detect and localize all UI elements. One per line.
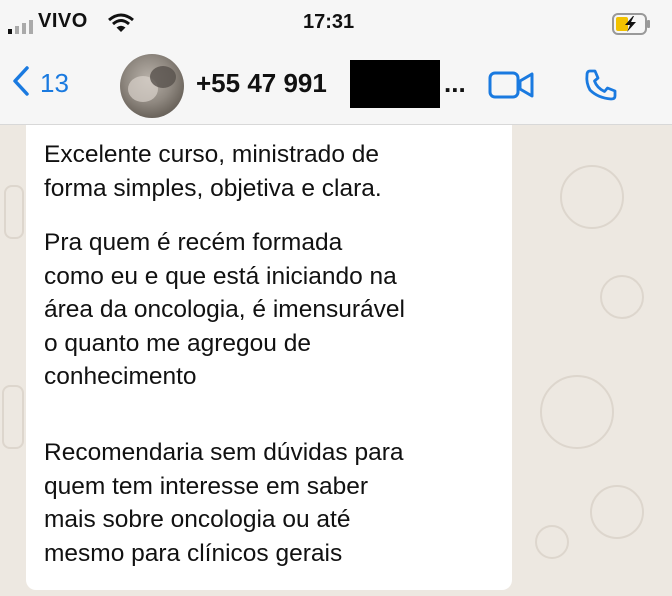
back-button[interactable]: 13 — [12, 66, 69, 101]
message-paragraph: Recomendaria sem dúvidas para quem tem i… — [44, 436, 404, 570]
message-line: quem tem interesse em saber — [44, 472, 369, 500]
message-line: Excelente curso, ministrado de — [44, 141, 379, 168]
video-call-icon[interactable] — [488, 70, 536, 105]
message-line: mesmo para clínicos gerais — [44, 539, 343, 567]
phone-icon[interactable] — [584, 68, 618, 107]
message-line: área da oncologia, é imensurável — [44, 296, 405, 323]
message-paragraph: Excelente curso, ministrado de forma sim… — [44, 138, 382, 205]
wifi-icon — [108, 13, 134, 38]
message-paragraph: Pra quem é recém formada como eu e que e… — [44, 226, 405, 394]
wallpaper-doodle — [590, 485, 644, 539]
carrier-label: VIVO — [38, 10, 88, 32]
avatar[interactable] — [120, 54, 184, 118]
unread-count: 13 — [40, 68, 69, 98]
back-chevron-icon — [12, 66, 30, 101]
contact-name[interactable]: +55 47 991 — [196, 68, 327, 99]
wallpaper-doodle — [4, 185, 24, 239]
message-line: forma simples, objetiva e clara. — [44, 174, 382, 202]
message-line: mais sobre oncologia ou até — [44, 506, 351, 533]
chat-header: 13 +55 47 991 ... — [0, 46, 672, 125]
name-ellipsis: ... — [444, 68, 466, 98]
status-bar: VIVO 17:31 — [0, 0, 672, 46]
signal-icon — [8, 20, 34, 39]
clock: 17:31 — [303, 11, 355, 33]
message-line: Recomendaria sem dúvidas para — [44, 439, 404, 466]
wallpaper-doodle — [2, 385, 24, 449]
wallpaper-doodle — [600, 275, 644, 319]
message-line: como eu e que está iniciando na — [44, 262, 397, 290]
battery-charging-icon — [612, 13, 652, 40]
redaction-block — [350, 60, 440, 108]
wallpaper-doodle — [560, 165, 624, 229]
message-line: conhecimento — [44, 363, 197, 390]
wallpaper-doodle — [535, 525, 569, 559]
wallpaper-doodle — [540, 375, 614, 449]
message-line: o quanto me agregou de — [44, 329, 311, 357]
message-line: Pra quem é recém formada — [44, 229, 343, 256]
